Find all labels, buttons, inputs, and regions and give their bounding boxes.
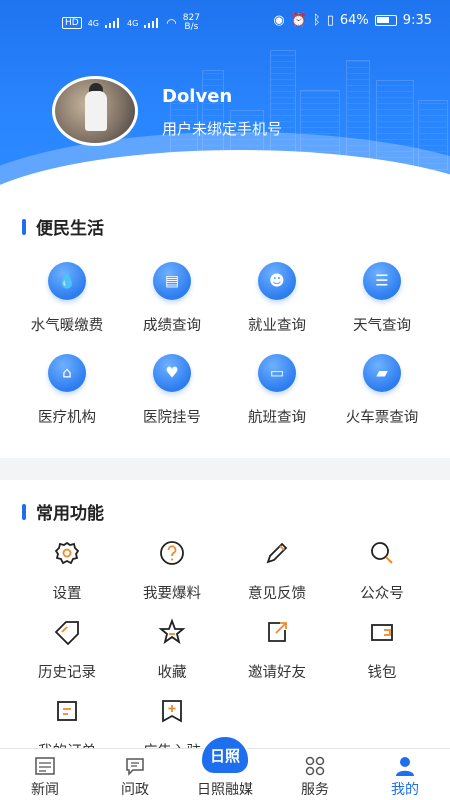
pencil-icon	[262, 538, 292, 568]
bus-icon: ▭	[258, 354, 296, 392]
news-icon	[35, 757, 55, 775]
eye-icon: ◉	[273, 13, 285, 28]
feedback-item[interactable]: 意见反馈	[221, 538, 333, 603]
report-news-item[interactable]: 我要爆料	[116, 538, 228, 603]
service-employment-query[interactable]: ☻ 就业查询	[221, 262, 333, 335]
status-bar: HD 4G 4G ◠ 827 B/s ◉ ⏰ ᛒ ▯ 64% 9:35	[0, 0, 450, 44]
gear-icon	[52, 538, 82, 568]
hd-indicator: HD	[62, 17, 82, 29]
signal-icon-1	[105, 18, 121, 28]
clipboard-icon: ▤	[153, 262, 191, 300]
search-icon	[367, 538, 397, 568]
nav-services[interactable]: 服务	[270, 749, 360, 799]
wallet-item[interactable]: 钱包	[326, 617, 438, 682]
user-icon	[396, 757, 414, 776]
ticket-icon: ▰	[363, 354, 401, 392]
service-water-gas-heating[interactable]: 💧 水气暖缴费	[11, 262, 123, 335]
database-icon: ☰	[363, 262, 401, 300]
service-score-query[interactable]: ▤ 成绩查询	[116, 262, 228, 335]
building-icon: ⌂	[48, 354, 86, 392]
order-icon	[52, 696, 82, 726]
service-weather-query[interactable]: ☰ 天气查询	[326, 262, 438, 335]
section-accent-bar	[22, 218, 26, 235]
profile-header: HD 4G 4G ◠ 827 B/s ◉ ⏰ ᛒ ▯ 64% 9:35 Dolv…	[0, 0, 450, 200]
avatar[interactable]	[52, 76, 138, 146]
star-icon	[157, 617, 187, 647]
bookmark-plus-icon	[157, 696, 187, 726]
nav-inquiry[interactable]: 问政	[90, 749, 180, 799]
battery-percent: 64%	[339, 13, 369, 28]
share-icon	[262, 617, 292, 647]
vibrate-icon: ▯	[326, 13, 334, 28]
heart-hand-icon: ♥	[153, 354, 191, 392]
settings-item[interactable]: 设置	[11, 538, 123, 603]
clock-time: 9:35	[402, 13, 432, 28]
nav-mine[interactable]: 我的	[360, 749, 450, 799]
net-speed: 827 B/s	[182, 13, 200, 32]
signal-icon-2	[144, 18, 160, 28]
bluetooth-icon: ᛒ	[312, 13, 321, 28]
service-medical-institutions[interactable]: ⌂ 医疗机构	[11, 354, 123, 427]
service-train-ticket-query[interactable]: ▰ 火车票查询	[326, 354, 438, 427]
tag-icon	[52, 617, 82, 647]
wifi-icon: ◠	[166, 16, 177, 30]
service-hospital-registration[interactable]: ♥ 医院挂号	[116, 354, 228, 427]
chat-icon	[126, 758, 144, 776]
service-flight-query[interactable]: ▭ 航班查询	[221, 354, 333, 427]
common-section-title: 常用功能	[22, 499, 104, 524]
section-divider	[0, 458, 450, 480]
water-drop-icon: 💧	[48, 262, 86, 300]
question-icon	[157, 538, 187, 568]
battery-icon	[374, 15, 397, 26]
convenience-section-title: 便民生活	[22, 214, 104, 239]
grid-icon	[305, 756, 325, 776]
phone-binding-status[interactable]: 用户未绑定手机号	[162, 118, 282, 139]
network-label-1: 4G	[87, 18, 99, 28]
person-card-icon: ☻	[258, 262, 296, 300]
profile-page: HD 4G 4G ◠ 827 B/s ◉ ⏰ ᛒ ▯ 64% 9:35 Dolv…	[0, 0, 450, 800]
alarm-icon: ⏰	[290, 13, 307, 28]
official-account-item[interactable]: 公众号	[326, 538, 438, 603]
network-label-2: 4G	[127, 18, 139, 28]
section-accent-bar	[22, 503, 26, 520]
username[interactable]: Dolven	[162, 86, 232, 107]
invite-friends-item[interactable]: 邀请好友	[221, 617, 333, 682]
favorites-item[interactable]: 收藏	[116, 617, 228, 682]
wallet-icon	[367, 617, 397, 647]
history-item[interactable]: 历史记录	[11, 617, 123, 682]
nav-news[interactable]: 新闻	[0, 749, 90, 799]
rizhao-center-badge[interactable]: 日照	[200, 735, 250, 775]
bottom-navigation: 新闻 问政 日照融媒 服务 我的 日照	[0, 735, 450, 800]
